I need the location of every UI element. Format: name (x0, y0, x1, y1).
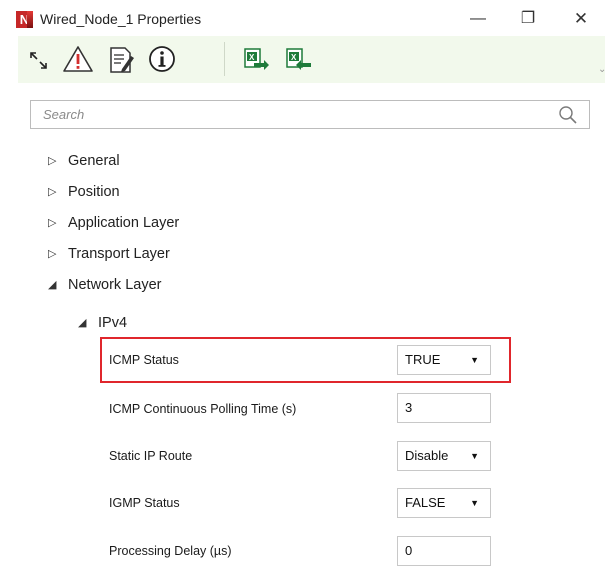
close-button[interactable]: ✕ (563, 6, 599, 32)
notes-edit-icon[interactable] (104, 42, 136, 76)
app-logo-icon: N (16, 11, 33, 28)
icmp-polling-time-label: ICMP Continuous Polling Time (s) (109, 402, 297, 416)
collapse-arrow-icon[interactable]: ◢ (48, 278, 68, 291)
toolbar-overflow-icon[interactable]: ⌄ (598, 64, 605, 78)
select-value: Disable (405, 448, 449, 463)
processing-delay-label: Processing Delay (µs) (109, 544, 232, 558)
icmp-polling-time-input[interactable]: 3 (397, 393, 491, 423)
dropdown-caret-icon: ▼ (470, 498, 479, 508)
processing-delay-input[interactable]: 0 (397, 536, 491, 566)
static-ip-route-label: Static IP Route (109, 449, 193, 463)
expand-arrows-icon[interactable] (22, 42, 54, 76)
toolbar-separator (224, 42, 225, 76)
title-bar: N Wired_Node_1 Properties — ❐ ✕ (0, 0, 605, 36)
igmp-status-select[interactable]: FALSE ▼ (397, 488, 491, 518)
dropdown-caret-icon: ▼ (470, 355, 479, 365)
tree-item-network-layer[interactable]: ◢ Network Layer (48, 277, 161, 299)
excel-export-icon[interactable]: X (240, 42, 272, 76)
tree-item-application-layer[interactable]: ▷ Application Layer (48, 215, 179, 237)
svg-text:X: X (249, 53, 255, 62)
toolbar: X X ⌄ (18, 36, 605, 83)
icmp-status-label: ICMP Status (109, 353, 179, 367)
warning-icon[interactable] (62, 42, 94, 76)
minimize-button[interactable]: — (460, 6, 496, 32)
static-ip-route-select[interactable]: Disable ▼ (397, 441, 491, 471)
search-input[interactable] (31, 101, 551, 128)
tree-item-position[interactable]: ▷ Position (48, 184, 120, 206)
info-icon[interactable] (146, 42, 178, 76)
expand-arrow-icon[interactable]: ▷ (48, 154, 68, 167)
expand-arrow-icon[interactable]: ▷ (48, 216, 68, 229)
igmp-status-label: IGMP Status (109, 496, 180, 510)
tree-item-label: General (68, 153, 120, 169)
excel-import-icon[interactable]: X (282, 42, 314, 76)
window-title: Wired_Node_1 Properties (40, 11, 202, 27)
expand-arrow-icon[interactable]: ▷ (48, 247, 68, 260)
tree-item-ipv4[interactable]: ◢ IPv4 (78, 315, 127, 337)
svg-text:X: X (291, 53, 297, 62)
select-value: FALSE (405, 495, 446, 510)
dropdown-caret-icon: ▼ (470, 451, 479, 461)
tree-item-general[interactable]: ▷ General (48, 153, 120, 175)
tree-item-label: Network Layer (68, 277, 162, 293)
tree-item-label: Transport Layer (68, 246, 170, 262)
select-value: TRUE (405, 352, 441, 367)
tree-item-label: Position (68, 184, 120, 200)
maximize-button[interactable]: ❐ (510, 6, 546, 32)
tree-item-label: IPv4 (98, 315, 128, 331)
search-icon[interactable] (557, 104, 579, 126)
tree-item-transport-layer[interactable]: ▷ Transport Layer (48, 246, 170, 268)
icmp-status-select[interactable]: TRUE ▼ (397, 345, 491, 375)
collapse-arrow-icon[interactable]: ◢ (78, 316, 98, 329)
search-box (30, 100, 590, 129)
expand-arrow-icon[interactable]: ▷ (48, 185, 68, 198)
tree-item-label: Application Layer (68, 215, 180, 231)
